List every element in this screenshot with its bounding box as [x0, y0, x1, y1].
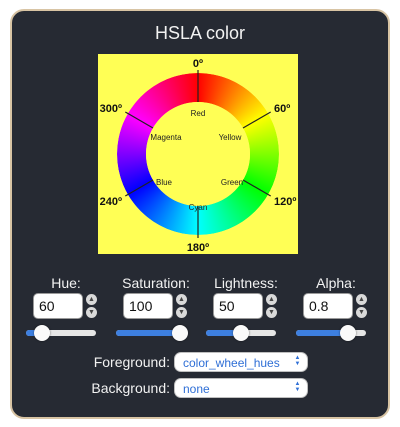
background-label: Background:	[91, 380, 170, 396]
hue-decrement-button[interactable]: ▼	[86, 307, 97, 318]
lightness-slider[interactable]	[204, 325, 278, 341]
degree-label-120: 120º	[274, 196, 296, 208]
alpha-increment-button[interactable]: ▲	[356, 294, 367, 305]
chevron-up-down-icon: ▲ ▼	[294, 381, 301, 393]
alpha-label: Alpha:	[316, 275, 356, 291]
saturation-decrement-button[interactable]: ▼	[176, 307, 187, 318]
chevron-up-down-icon: ▲ ▼	[294, 355, 301, 367]
panel-title: HSLA color	[154, 23, 246, 43]
saturation-slider-fill	[116, 330, 180, 336]
hue-name-cyan: Cyan	[189, 203, 208, 212]
background-select-value: none	[183, 382, 210, 396]
lightness-slider-thumb[interactable]	[233, 325, 249, 341]
lightness-label: Lightness:	[214, 275, 278, 291]
degree-label-180: 180º	[187, 242, 209, 254]
saturation-slider-thumb[interactable]	[172, 325, 188, 341]
alpha-slider[interactable]	[294, 325, 368, 341]
hue-name-magenta: Magenta	[150, 133, 182, 142]
hue-slider[interactable]	[24, 325, 98, 341]
lightness-increment-button[interactable]: ▲	[266, 294, 277, 305]
hsla-panel: HSLA color 0º 60º 120º 180º 240º 300º Re…	[10, 9, 390, 419]
saturation-stepper[interactable]: ▲ ▼	[176, 294, 187, 318]
hue-slider-thumb[interactable]	[33, 325, 50, 341]
foreground-label: Foreground:	[93, 354, 170, 370]
hue-name-green: Green	[221, 178, 243, 187]
degree-label-60: 60º	[274, 103, 290, 115]
alpha-control: Alpha: 0.8 ▲ ▼	[294, 275, 378, 341]
lightness-control: Lightness: 50 ▲ ▼	[204, 275, 288, 341]
foreground-select-value: color_wheel_hues	[183, 356, 280, 370]
lightness-decrement-button[interactable]: ▼	[266, 307, 277, 318]
background-select[interactable]: none ▲ ▼	[174, 378, 308, 398]
color-swatch: 0º 60º 120º 180º 240º 300º Red Yellow Gr…	[98, 54, 298, 254]
hue-name-blue: Blue	[156, 178, 173, 187]
alpha-stepper[interactable]: ▲ ▼	[356, 294, 367, 318]
hue-color-wheel: 0º 60º 120º 180º 240º 300º Red Yellow Gr…	[100, 58, 297, 254]
hue-control: Hue: 60 ▲ ▼	[24, 275, 108, 341]
degree-label-0: 0º	[193, 58, 203, 70]
hue-stepper[interactable]: ▲ ▼	[86, 294, 97, 318]
lightness-stepper[interactable]: ▲ ▼	[266, 294, 277, 318]
lightness-input[interactable]: 50	[213, 293, 263, 319]
hue-name-yellow: Yellow	[219, 133, 242, 142]
hue-input[interactable]: 60	[33, 293, 83, 319]
saturation-control: Saturation: 100 ▲ ▼	[114, 275, 198, 341]
foreground-select[interactable]: color_wheel_hues ▲ ▼	[174, 352, 308, 372]
saturation-input[interactable]: 100	[123, 293, 173, 319]
saturation-slider[interactable]	[114, 325, 188, 341]
hue-name-red: Red	[191, 109, 206, 118]
hue-label: Hue:	[51, 275, 81, 291]
background-row: Background: none ▲ ▼	[12, 378, 388, 400]
alpha-slider-thumb[interactable]	[340, 325, 357, 341]
hue-increment-button[interactable]: ▲	[86, 294, 97, 305]
alpha-input[interactable]: 0.8	[303, 293, 353, 319]
foreground-row: Foreground: color_wheel_hues ▲ ▼	[12, 352, 388, 374]
alpha-decrement-button[interactable]: ▼	[356, 307, 367, 318]
saturation-increment-button[interactable]: ▲	[176, 294, 187, 305]
degree-label-300: 300º	[100, 103, 122, 115]
degree-label-240: 240º	[100, 196, 122, 208]
saturation-label: Saturation:	[122, 275, 190, 291]
